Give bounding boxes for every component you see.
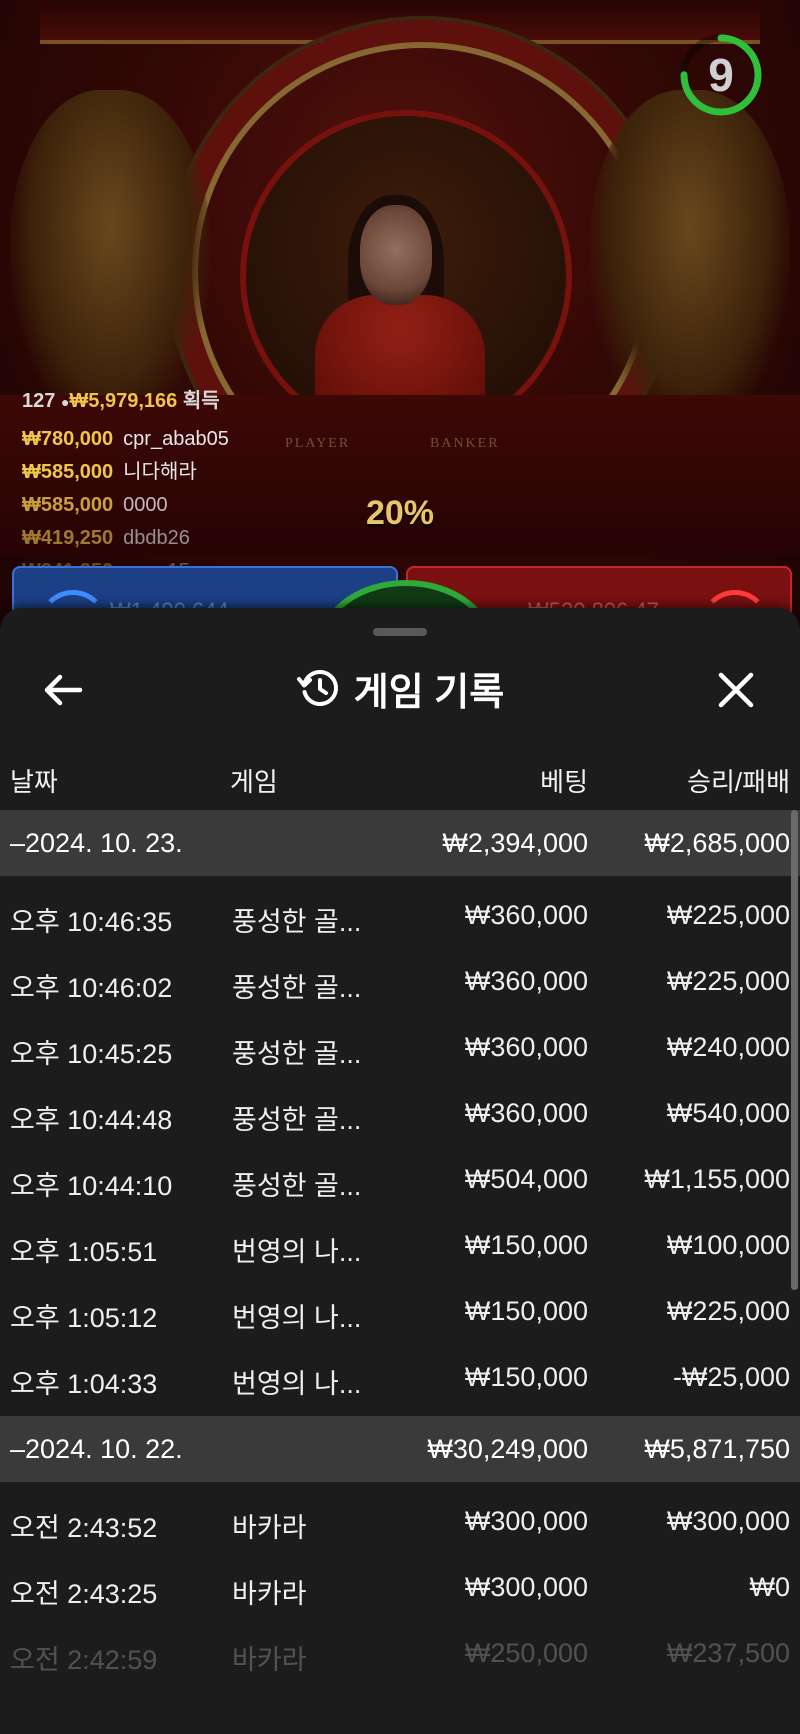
- row-game: 번영의 나...: [232, 1303, 362, 1333]
- winner-row: ₩585,000 0000: [22, 489, 229, 522]
- row-time: 오후 10:44:10: [10, 1171, 173, 1201]
- row-game: 풍성한 골...: [232, 1105, 362, 1135]
- row-bet: ₩360,000: [464, 1032, 588, 1062]
- table-row[interactable]: 오후 1:04:33 번영의 나... ₩150,000 -₩25,000: [0, 1344, 800, 1410]
- winner-amount: ₩419,250: [22, 527, 114, 549]
- row-time: 오후 10:45:25: [10, 1039, 173, 1069]
- column-header-date: 날짜: [10, 767, 58, 797]
- game-history-sheet: 게임 기록 날짜 게임 베팅 승리/패배 –2024. 10. 23. ₩2,3…: [0, 608, 800, 1734]
- table-row[interactable]: 오후 1:05:51 번영의 나... ₩150,000 ₩100,000: [0, 1212, 800, 1278]
- row-time: 오후 1:04:33: [10, 1369, 158, 1399]
- group-date: –2024. 10. 22.: [10, 1434, 183, 1464]
- table-row[interactable]: 오전 2:42:59 바카라 ₩250,000 ₩237,500: [0, 1620, 800, 1686]
- row-winloss: ₩225,000: [666, 966, 790, 996]
- close-button[interactable]: [708, 662, 764, 718]
- close-icon: [718, 672, 754, 708]
- row-game: 바카라: [232, 1579, 307, 1609]
- winner-amount: ₩585,000: [22, 461, 114, 483]
- row-winloss: -₩25,000: [672, 1362, 790, 1392]
- row-winloss: ₩1,155,000: [644, 1164, 790, 1194]
- row-game: 풍성한 골...: [232, 1039, 362, 1069]
- winner-name: cpr_abab05: [123, 428, 229, 450]
- group-winloss-total: ₩2,685,000: [644, 828, 790, 858]
- table-row[interactable]: 오후 10:45:25 풍성한 골... ₩360,000 ₩240,000: [0, 1014, 800, 1080]
- winners-count: 127: [22, 390, 56, 412]
- winner-amount: ₩780,000: [22, 428, 114, 450]
- history-table-body: –2024. 10. 23. ₩2,394,000 ₩2,685,000 오후 …: [0, 810, 800, 1686]
- winner-name: 0000: [123, 494, 168, 516]
- history-icon: [296, 669, 338, 706]
- winner-row: ₩780,000 cpr_abab05: [22, 423, 229, 456]
- group-date: –2024. 10. 23.: [10, 828, 183, 858]
- column-header-game: 게임: [230, 767, 278, 797]
- group-winloss-total: ₩5,871,750: [644, 1434, 790, 1464]
- row-bet: ₩360,000: [464, 966, 588, 996]
- row-winloss: ₩225,000: [666, 900, 790, 930]
- row-bet: ₩250,000: [464, 1638, 588, 1668]
- row-winloss: ₩100,000: [666, 1230, 790, 1260]
- table-row[interactable]: 오전 2:43:25 바카라 ₩300,000 ₩0: [0, 1554, 800, 1620]
- row-time: 오전 2:43:25: [10, 1579, 158, 1609]
- timer-value: 9: [708, 49, 734, 101]
- arrow-left-icon: [44, 674, 83, 706]
- row-winloss: ₩0: [749, 1572, 791, 1602]
- column-header-winloss: 승리/패배: [687, 767, 790, 797]
- date-group-row[interactable]: –2024. 10. 23. ₩2,394,000 ₩2,685,000: [0, 810, 800, 876]
- winner-row: ₩419,250 dbdb26: [22, 522, 229, 555]
- row-game: 번영의 나...: [232, 1369, 362, 1399]
- back-button[interactable]: [36, 662, 92, 718]
- winner-name: 니다해라: [123, 461, 197, 483]
- row-time: 오후 1:05:51: [10, 1237, 158, 1267]
- row-time: 오후 10:46:35: [10, 907, 173, 937]
- sheet-header: 게임 기록: [0, 648, 800, 728]
- table-row[interactable]: 오후 10:46:35 풍성한 골... ₩360,000 ₩225,000: [0, 882, 800, 948]
- row-winloss: ₩540,000: [666, 1098, 790, 1128]
- sheet-drag-handle[interactable]: [373, 628, 427, 636]
- row-time: 오전 2:43:52: [10, 1513, 158, 1543]
- winner-name: dbdb26: [123, 527, 190, 549]
- win-percentage: 20%: [365, 494, 435, 532]
- row-game: 번영의 나...: [232, 1237, 362, 1267]
- group-bet-total: ₩2,394,000: [442, 828, 588, 858]
- table-row[interactable]: 오전 2:43:52 바카라 ₩300,000 ₩300,000: [0, 1488, 800, 1554]
- row-game: 바카라: [232, 1513, 307, 1543]
- winner-row: ₩585,000 니다해라: [22, 456, 229, 489]
- table-row[interactable]: 오후 10:44:48 풍성한 골... ₩360,000 ₩540,000: [0, 1080, 800, 1146]
- scrollbar[interactable]: [791, 810, 798, 1290]
- winners-total: ₩5,979,166: [69, 390, 178, 412]
- row-winloss: ₩225,000: [666, 1296, 790, 1326]
- row-bet: ₩150,000: [464, 1296, 588, 1326]
- row-bet: ₩150,000: [464, 1230, 588, 1260]
- row-winloss: ₩237,500: [666, 1638, 790, 1668]
- date-group-row[interactable]: –2024. 10. 22. ₩30,249,000 ₩5,871,750: [0, 1416, 800, 1482]
- row-bet: ₩360,000: [464, 1098, 588, 1128]
- winners-total-suffix: 획득: [182, 390, 220, 412]
- row-game: 풍성한 골...: [232, 907, 362, 937]
- row-time: 오후 10:46:02: [10, 973, 173, 1003]
- row-game: 풍성한 골...: [232, 973, 362, 1003]
- group-bet-total: ₩30,249,000: [427, 1434, 588, 1464]
- winners-summary: 127 ●₩5,979,166 획득: [22, 384, 229, 413]
- table-row[interactable]: 오후 10:44:10 풍성한 골... ₩504,000 ₩1,155,000: [0, 1146, 800, 1212]
- table-row[interactable]: 오후 10:46:02 풍성한 골... ₩360,000 ₩225,000: [0, 948, 800, 1014]
- row-time: 오후 10:44:48: [10, 1105, 173, 1135]
- row-winloss: ₩300,000: [666, 1506, 790, 1536]
- row-time: 오전 2:42:59: [10, 1645, 158, 1675]
- row-bet: ₩300,000: [464, 1506, 588, 1536]
- row-game: 바카라: [232, 1645, 307, 1675]
- winner-amount: ₩585,000: [22, 494, 114, 516]
- column-header-bet: 베팅: [540, 767, 588, 797]
- round-timer: 9: [678, 32, 764, 118]
- row-time: 오후 1:05:12: [10, 1303, 158, 1333]
- history-table-header: 날짜 게임 베팅 승리/패배: [0, 750, 800, 800]
- row-bet: ₩504,000: [464, 1164, 588, 1194]
- table-row[interactable]: 오후 1:05:12 번영의 나... ₩150,000 ₩225,000: [0, 1278, 800, 1344]
- row-bet: ₩360,000: [464, 900, 588, 930]
- winners-panel: 127 ●₩5,979,166 획득 ₩780,000 cpr_abab05 ₩5…: [22, 384, 229, 588]
- row-bet: ₩150,000: [464, 1362, 588, 1392]
- row-game: 풍성한 골...: [232, 1171, 362, 1201]
- row-bet: ₩300,000: [464, 1572, 588, 1602]
- sheet-title: 게임 기록: [353, 671, 505, 714]
- row-winloss: ₩240,000: [666, 1032, 790, 1062]
